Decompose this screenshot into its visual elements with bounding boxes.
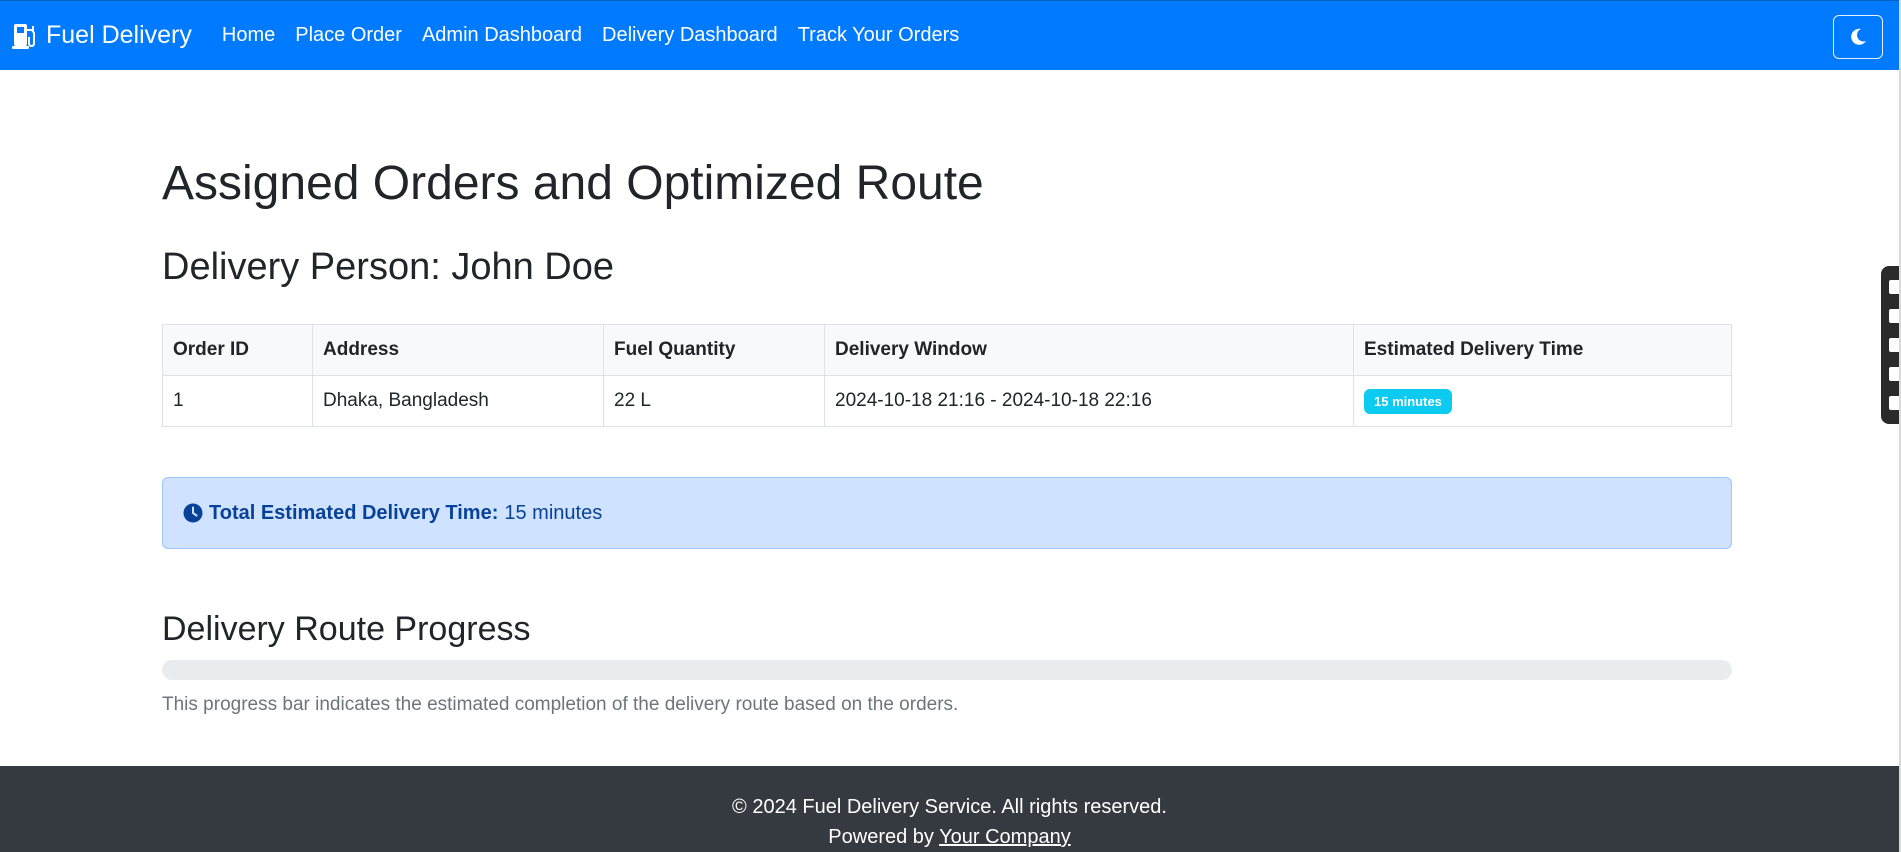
brand-text: Fuel Delivery [46,21,192,49]
table-row: 1 Dhaka, Bangladesh 22 L 2024-10-18 21:1… [162,375,1732,427]
delivery-person-heading: Delivery Person: John Doe [162,246,614,288]
header-address: Address [312,324,604,376]
nav-home[interactable]: Home [222,24,275,47]
company-link[interactable]: Your Company [939,826,1071,848]
total-time-value: 15 minutes [504,501,603,524]
cell-estimated-time: 15 minutes [1353,375,1732,427]
header-delivery-window: Delivery Window [824,324,1354,376]
header-estimated-time: Estimated Delivery Time [1353,324,1732,376]
page-title: Assigned Orders and Optimized Route [162,157,984,210]
clock-icon [183,503,203,523]
route-progress-bar [162,660,1732,680]
estimated-time-badge: 15 minutes [1364,388,1452,414]
side-toolbar[interactable] [1881,266,1901,424]
total-time-label: Total Estimated Delivery Time: [209,501,499,524]
cell-fuel-quantity: 22 L [603,375,825,427]
theme-toggle-button[interactable] [1833,15,1883,59]
orders-table: Order ID Address Fuel Quantity Delivery … [162,324,1732,427]
powered-by-text: Powered by [828,826,934,848]
total-time-alert: Total Estimated Delivery Time: 15 minute… [162,477,1732,549]
nav-admin-dashboard[interactable]: Admin Dashboard [422,24,582,47]
cell-address: Dhaka, Bangladesh [312,375,604,427]
route-progress-title: Delivery Route Progress [162,610,531,648]
header-order-id: Order ID [162,324,313,376]
cell-delivery-window: 2024-10-18 21:16 - 2024-10-18 22:16 [824,375,1354,427]
table-header-row: Order ID Address Fuel Quantity Delivery … [162,324,1732,376]
header-fuel-quantity: Fuel Quantity [603,324,825,376]
gas-pump-icon [12,23,35,49]
footer-powered-by: Powered by Your Company [0,822,1899,852]
brand-link[interactable]: Fuel Delivery [12,21,192,50]
progress-note: This progress bar indicates the estimate… [162,694,959,715]
moon-icon [1851,28,1866,45]
footer: © 2024 Fuel Delivery Service. All rights… [0,766,1899,852]
cell-order-id: 1 [162,375,313,427]
footer-copyright: © 2024 Fuel Delivery Service. All rights… [732,796,1167,818]
navbar: Fuel Delivery Home Place Order Admin Das… [0,0,1899,70]
nav-track-orders[interactable]: Track Your Orders [798,24,960,47]
nav-place-order[interactable]: Place Order [295,24,402,47]
nav-links: Home Place Order Admin Dashboard Deliver… [222,24,979,47]
nav-delivery-dashboard[interactable]: Delivery Dashboard [602,24,778,47]
